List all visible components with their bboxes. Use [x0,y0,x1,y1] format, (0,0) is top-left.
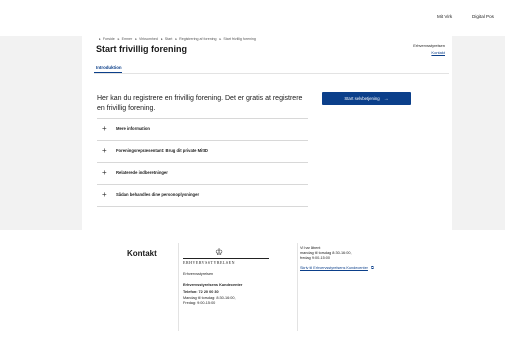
breadcrumb: ▸ Forside ▸ Emner ▸ Virksomhed ▸ Start ▸ Regi… [99,37,256,41]
crown-icon: ♔ [215,247,224,257]
accordion-label: Mere information [116,126,150,131]
authority-name: Erhvervsstyrelsen [413,43,445,48]
footer-link-label: Skriv til Erhvervsstyrelsens Kundecenter [300,266,368,270]
breadcrumb-item[interactable]: Registrering af forening [179,37,216,41]
digital-post-link[interactable]: Digital Pos [472,14,494,19]
accordion-label: Relaterede indberetninger [116,170,168,175]
arrow-right-icon: → [383,95,389,102]
plus-icon: + [102,124,107,133]
logo-rule [183,258,269,259]
authority-logo: ♔ ERHVERVSSTYRELSEN [181,247,271,269]
footer-divider [297,243,298,331]
accordion-item[interactable]: + Sådan behandles dine personoplysninger [97,184,308,207]
accordion-label: Sådan behandles dine personoplysninger [116,192,200,197]
accordion-label: Foreningsrepræsentant: Brug dit private … [116,148,208,153]
breadcrumb-item[interactable]: Forside [103,37,115,41]
footer-org: Erhvervsstyrelsen [183,272,214,276]
footer-title: Kontakt [127,249,157,258]
accordion-item[interactable]: + Mere information [97,118,308,141]
breadcrumb-item[interactable]: Start [165,37,173,41]
plus-icon: + [102,190,107,199]
intro-text: Her kan du registrere en frivillig foren… [97,95,303,112]
plus-icon: + [102,168,107,177]
accordion-item[interactable]: + Foreningsrepræsentant: Brug dit privat… [97,140,308,163]
page-title: Start frivillig forening [96,44,188,54]
footer-center-name: Erhvervsstyrelsens Kundecenter [183,283,243,287]
footer-phone: Telefon: 72 20 00 30 [183,290,219,294]
breadcrumb-item[interactable]: Virksomhed [139,37,158,41]
mit-virk-link[interactable]: Mit Virk [437,14,452,19]
accordion-divider [97,206,308,207]
footer-hours: Fredag: 9:00-15:00 [183,301,216,305]
logo-wordmark: ERHVERVSSTYRELSEN [183,260,235,265]
footer-divider [178,243,179,331]
top-navigation: Mit Virk Digital Pos [0,0,505,37]
authority-contact-link[interactable]: Kontakt [371,50,445,55]
start-button-label: Start selvbetjening [344,96,380,101]
plus-icon: + [102,146,107,155]
external-link-icon: ⧉ [371,266,374,270]
accordion-item[interactable]: + Relaterede indberetninger [97,162,308,185]
breadcrumb-item[interactable]: Emner [122,37,133,41]
tab-introduktion[interactable]: Introduktion [96,65,122,70]
footer-opening-hours: fredag 9:00-15:00 [300,256,330,260]
tab-divider [94,73,449,74]
breadcrumb-current: Start frivillig forening [223,37,256,41]
start-self-service-button[interactable]: Start selvbetjening → [322,92,411,105]
write-to-customer-center-link[interactable]: Skriv til Erhvervsstyrelsens Kundecenter… [300,266,374,271]
